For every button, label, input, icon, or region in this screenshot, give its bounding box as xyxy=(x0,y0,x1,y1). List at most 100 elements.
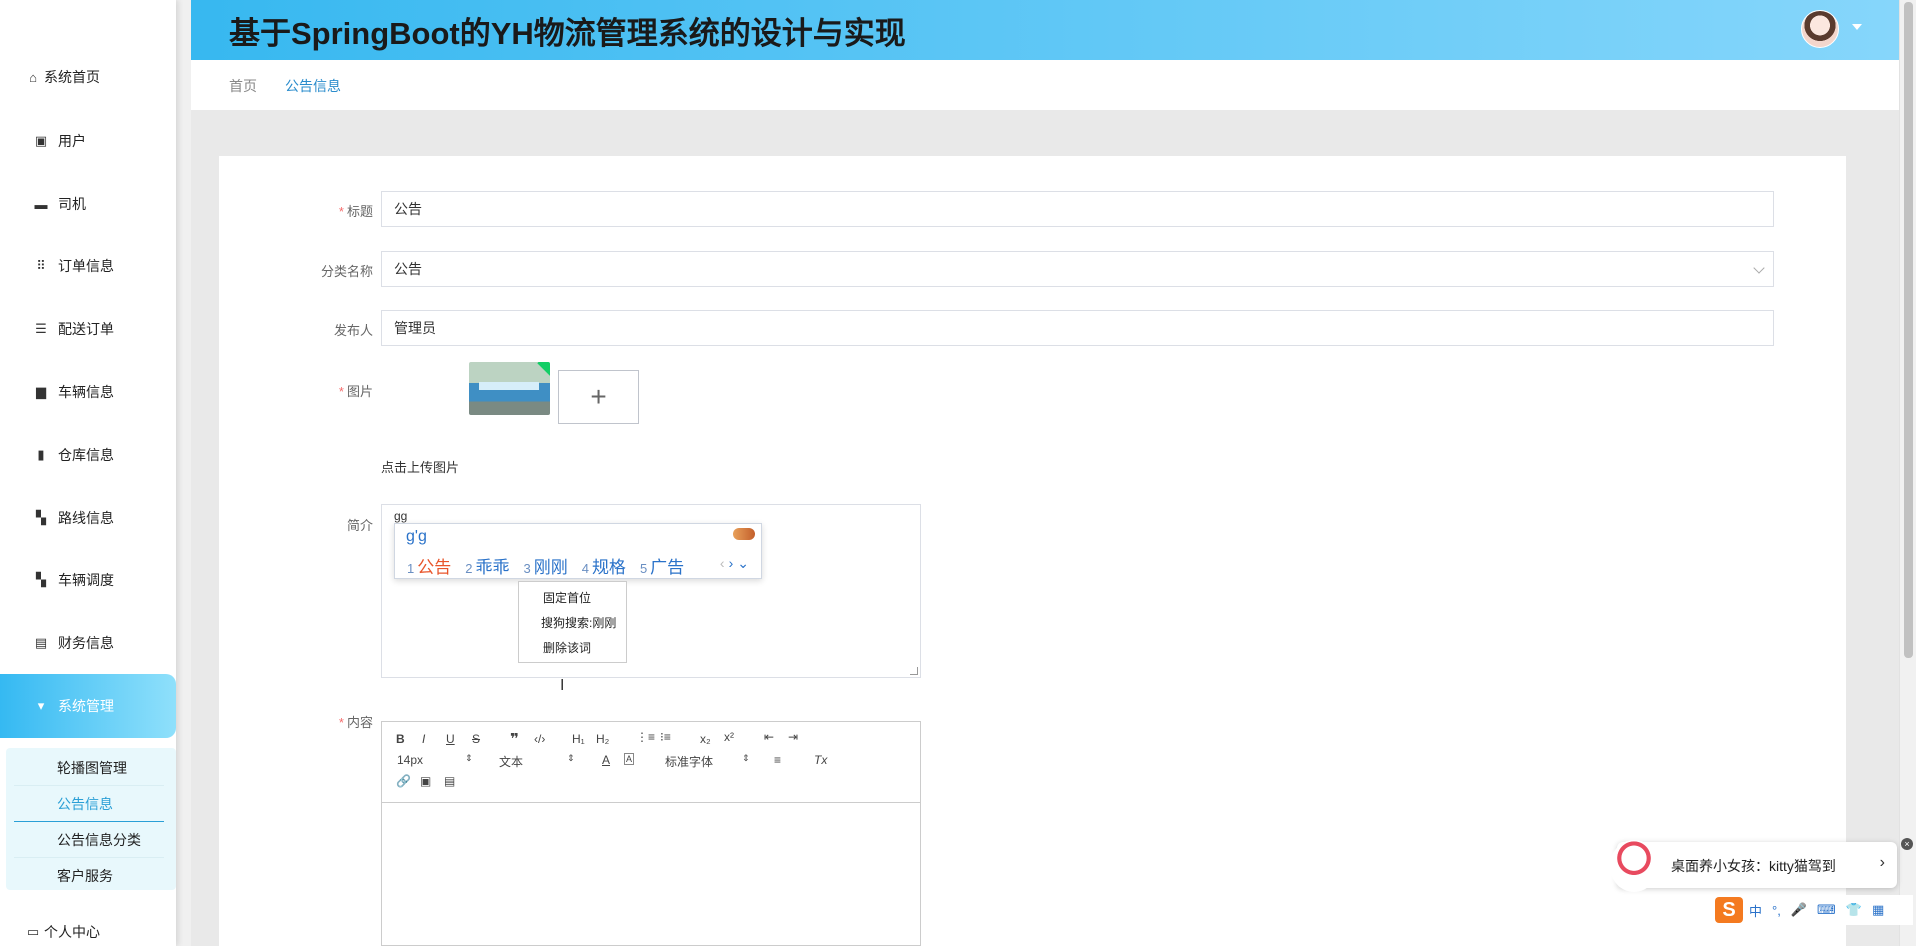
align-icon[interactable]: ≡ xyxy=(774,753,781,767)
submenu-item-customer-service[interactable]: 客户服务 xyxy=(14,858,164,894)
publisher-value: 管理员 xyxy=(394,320,436,336)
font-size-select[interactable]: 14px xyxy=(397,753,423,767)
ime-page-nav[interactable]: ‹›⌄ xyxy=(720,555,753,572)
subscript-icon[interactable]: x₂ xyxy=(700,732,711,746)
editor-toolbar: B I U S ❞ ‹/› H₁ H₂ ⋮≡ ⁝≡ x₂ x² ⇤ ⇥ 14px… xyxy=(382,722,920,803)
resize-handle[interactable] xyxy=(910,667,918,675)
apps-icon: ▚ xyxy=(36,572,46,587)
sogou-logo-icon[interactable]: S xyxy=(1715,897,1743,923)
page-scrollbar[interactable] xyxy=(1899,0,1916,946)
sidebar-item-label: 系统首页 xyxy=(44,69,100,85)
microphone-icon[interactable]: 🎤 xyxy=(1791,902,1807,918)
ime-mode-chinese[interactable]: 中 xyxy=(1749,901,1762,920)
publisher-label: 发布人 xyxy=(333,323,373,338)
chevron-right-icon[interactable]: › xyxy=(1880,854,1885,872)
sidebar-item-profile[interactable]: ▭ 个人中心 xyxy=(0,912,176,946)
ime-composition: g'g xyxy=(406,528,427,545)
hello-kitty-image xyxy=(1610,840,1658,892)
clear-format-icon[interactable]: Tx xyxy=(814,753,827,767)
heading2-icon[interactable]: H₂ xyxy=(596,732,609,746)
toolbox-icon[interactable]: ▦ xyxy=(1872,902,1884,918)
sidebar-item-user[interactable]: ▣ 用户 xyxy=(0,121,176,161)
ctx-item-delete[interactable]: 删除该词 xyxy=(543,639,591,656)
sidebar-item-orders[interactable]: ⠿ 订单信息 xyxy=(0,246,176,286)
header-type-select[interactable]: 文本 xyxy=(499,753,523,770)
clipboard-icon: ▣ xyxy=(34,133,48,148)
caret-down-icon[interactable] xyxy=(1852,24,1862,30)
submenu-item-notices[interactable]: 公告信息 xyxy=(14,786,164,822)
scrollbar-thumb[interactable] xyxy=(1904,2,1913,658)
publisher-input[interactable]: 管理员 xyxy=(381,310,1774,346)
submenu-item-label: 客户服务 xyxy=(57,868,113,884)
ime-skin-icon[interactable] xyxy=(733,528,755,540)
ordered-list-icon[interactable]: ⋮≡ xyxy=(636,730,655,744)
ime-candidate[interactable]: 3 刚刚 xyxy=(523,553,567,578)
ctx-item-search[interactable]: 搜狗搜索:刚刚 xyxy=(541,614,616,631)
submenu-item-label: 轮播图管理 xyxy=(57,759,127,776)
sidebar: ⌂ 系统首页 ▣ 用户 ▬ 司机 ⠿ 订单信息 ☰ 配送订单 ▆ 车辆信息 ▮ … xyxy=(0,0,176,946)
ime-punctuation-icon[interactable]: °, xyxy=(1772,903,1781,918)
upload-button[interactable]: + xyxy=(558,370,639,424)
chevron-right-icon: › xyxy=(728,555,738,571)
calendar-icon: ▭ xyxy=(26,924,40,939)
sidebar-item-system[interactable]: ▾ 系统管理 xyxy=(0,674,176,738)
breadcrumb-home[interactable]: 首页 xyxy=(229,76,257,96)
uploaded-image-thumbnail[interactable] xyxy=(469,362,550,415)
avatar[interactable] xyxy=(1801,10,1839,48)
font-family-select[interactable]: 标准字体 xyxy=(665,753,713,770)
sidebar-item-label: 配送订单 xyxy=(58,321,114,337)
underline-icon[interactable]: U xyxy=(446,732,455,746)
category-select[interactable]: 公告 xyxy=(381,251,1774,287)
bold-icon[interactable]: B xyxy=(396,732,405,746)
sidebar-item-dispatch[interactable]: ▚ 车辆调度 xyxy=(0,560,176,600)
skin-icon[interactable]: 👕 xyxy=(1846,902,1862,918)
video-icon[interactable]: ▤ xyxy=(444,774,455,788)
top-header: 基于SpringBoot的YH物流管理系统的设计与实现 xyxy=(191,0,1899,60)
superscript-icon[interactable]: x² xyxy=(724,730,734,744)
indent-icon[interactable]: ⇥ xyxy=(788,730,798,744)
ime-candidate[interactable]: 5 广告 xyxy=(640,553,684,578)
bullet-list-icon[interactable]: ⁝≡ xyxy=(660,730,671,744)
image-icon[interactable]: ▣ xyxy=(420,774,431,788)
grid-icon: ⠿ xyxy=(36,258,46,273)
sidebar-item-warehouse[interactable]: ▮ 仓库信息 xyxy=(0,435,176,475)
settings-icon: ▾ xyxy=(37,698,45,713)
font-color-icon[interactable]: A xyxy=(602,753,610,767)
sliders-icon: ☰ xyxy=(35,321,47,336)
sidebar-item-finance[interactable]: ▤ 财务信息 xyxy=(0,623,176,663)
ctx-item-pin[interactable]: 固定首位 xyxy=(543,589,591,606)
ime-candidate-window: g'g 1 公告 2 乖乖 3 刚刚 4 规格 5 广告 ‹›⌄ xyxy=(394,523,762,579)
ime-candidate[interactable]: 2 乖乖 xyxy=(465,553,509,578)
keyboard-icon[interactable]: ⌨ xyxy=(1817,902,1836,918)
sidebar-item-driver[interactable]: ▬ 司机 xyxy=(0,184,176,224)
quote-icon[interactable]: ❞ xyxy=(510,730,519,748)
outdent-icon[interactable]: ⇤ xyxy=(764,730,774,744)
link-icon[interactable]: 🔗 xyxy=(396,774,411,788)
strike-icon[interactable]: S xyxy=(472,732,480,746)
sidebar-item-label: 路线信息 xyxy=(58,510,114,526)
category-value: 公告 xyxy=(394,261,422,277)
sidebar-item-label: 个人中心 xyxy=(44,924,100,940)
heading1-icon[interactable]: H₁ xyxy=(572,732,585,746)
code-icon[interactable]: ‹/› xyxy=(534,732,545,746)
close-icon[interactable]: × xyxy=(1901,838,1913,850)
title-input[interactable]: 公告 xyxy=(381,191,1774,227)
ime-candidate[interactable]: 1 公告 xyxy=(407,553,451,578)
chevron-updown-icon: ⇕ xyxy=(742,753,750,763)
sidebar-item-routes[interactable]: ▚ 路线信息 xyxy=(0,498,176,538)
plus-icon: + xyxy=(590,381,607,412)
sidebar-item-delivery[interactable]: ☰ 配送订单 xyxy=(0,309,176,349)
category-label: 分类名称 xyxy=(320,264,373,279)
ime-candidate[interactable]: 4 规格 xyxy=(582,553,626,578)
background-color-icon[interactable]: A xyxy=(624,753,635,765)
desktop-notification[interactable]: 桌面养小女孩：kitty猫驾到 › xyxy=(1610,840,1897,892)
submenu-item-notice-category[interactable]: 公告信息分类 xyxy=(14,822,164,858)
submenu-item-carousel[interactable]: 轮播图管理 xyxy=(14,750,164,786)
sidebar-item-label: 仓库信息 xyxy=(58,447,114,463)
content-label: * 内容 xyxy=(338,715,373,730)
rich-text-editor[interactable]: B I U S ❞ ‹/› H₁ H₂ ⋮≡ ⁝≡ x₂ x² ⇤ ⇥ 14px… xyxy=(381,721,921,946)
breadcrumb-current: 公告信息 xyxy=(285,78,341,94)
sidebar-item-vehicles[interactable]: ▆ 车辆信息 xyxy=(0,372,176,412)
italic-icon[interactable]: I xyxy=(422,732,425,746)
sidebar-item-home[interactable]: ⌂ 系统首页 xyxy=(0,57,176,97)
